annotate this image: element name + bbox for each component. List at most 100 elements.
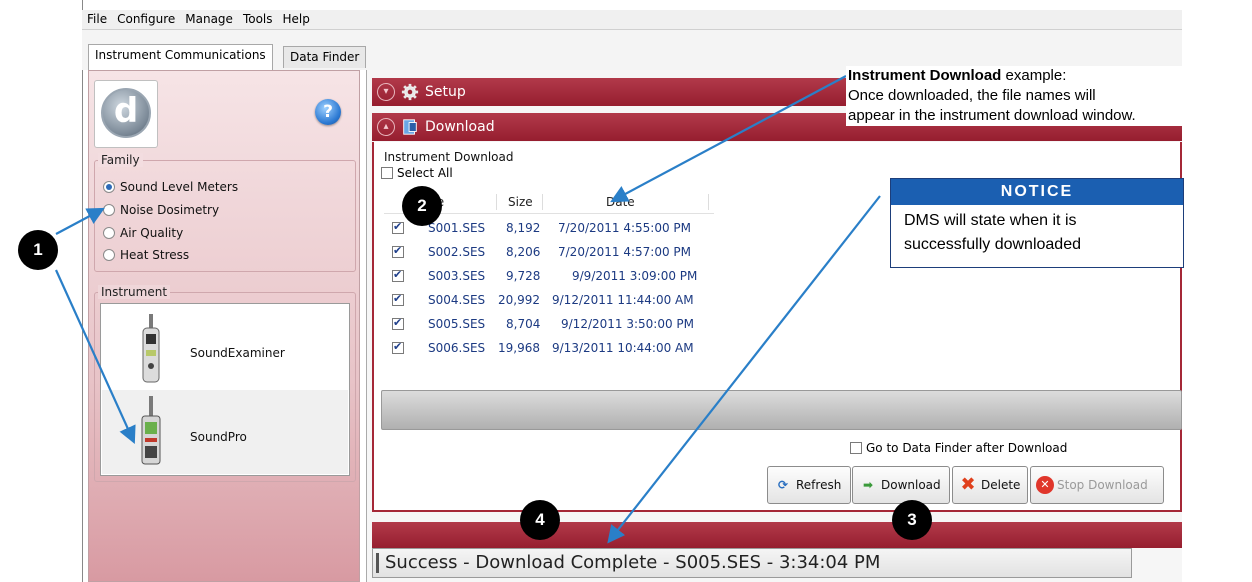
logo-letter: d bbox=[113, 91, 139, 131]
checkbox-icon[interactable] bbox=[392, 316, 404, 330]
file-size: 8,206 bbox=[506, 245, 541, 259]
file-date: 9/12/2011 11:44:00 AM bbox=[552, 293, 694, 307]
menu-configure[interactable]: Configure bbox=[112, 10, 180, 28]
notice-body: DMS will state when it is successfully d… bbox=[904, 209, 1174, 257]
callout-1: 1 bbox=[18, 230, 58, 270]
checkbox-icon[interactable] bbox=[392, 244, 404, 258]
menu-help[interactable]: Help bbox=[278, 10, 315, 28]
file-row[interactable]: S005.SES 8,704 9/12/2011 3:50:00 PM bbox=[384, 312, 724, 336]
radio-icon[interactable] bbox=[103, 249, 115, 261]
instrument-download-title: Instrument Download bbox=[384, 150, 514, 164]
family-option-sound-level-meters[interactable]: Sound Level Meters bbox=[103, 176, 238, 198]
radio-label: Air Quality bbox=[120, 226, 184, 240]
column-date[interactable]: Date bbox=[606, 195, 635, 209]
chevron-down-icon[interactable]: ▾ bbox=[377, 83, 395, 101]
column-divider bbox=[708, 194, 709, 210]
radio-label: Heat Stress bbox=[120, 248, 190, 262]
radio-icon[interactable] bbox=[103, 227, 115, 239]
status-bar: Success - Download Complete - S005.SES -… bbox=[372, 548, 1132, 578]
chevron-up-icon[interactable]: ▴ bbox=[377, 118, 395, 136]
stop-icon: ✕ bbox=[1036, 476, 1054, 494]
file-name: S006.SES bbox=[428, 341, 486, 355]
file-name: S003.SES bbox=[428, 269, 486, 283]
annotation-note-rest: example: bbox=[1001, 67, 1067, 84]
section-download-label: Download bbox=[425, 119, 495, 135]
notice-line: successfully downloaded bbox=[904, 236, 1081, 253]
family-option-noise-dosimetry[interactable]: Noise Dosimetry bbox=[103, 199, 219, 221]
tab-instrument-communications[interactable]: Instrument Communications bbox=[88, 44, 273, 70]
instrument-legend: Instrument bbox=[98, 285, 171, 299]
section-miscellaneous-setup[interactable] bbox=[372, 522, 1182, 548]
file-row[interactable]: S003.SES 9,728 9/9/2011 3:09:00 PM bbox=[384, 264, 724, 288]
tab-data-finder[interactable]: Data Finder bbox=[283, 46, 367, 68]
file-size: 8,704 bbox=[506, 317, 541, 331]
menu-file[interactable]: File bbox=[82, 10, 112, 28]
checkbox-icon[interactable] bbox=[392, 340, 404, 354]
goto-data-finder-checkbox[interactable]: Go to Data Finder after Download bbox=[850, 441, 1067, 455]
radio-icon[interactable] bbox=[103, 181, 115, 193]
annotation-note-line3: appear in the instrument download window… bbox=[848, 107, 1136, 124]
download-button[interactable]: ➡ Download bbox=[852, 466, 950, 504]
refresh-label: Refresh bbox=[796, 478, 842, 492]
delete-label: Delete bbox=[981, 478, 1021, 492]
file-row[interactable]: S006.SES 19,968 9/13/2011 10:44:00 AM bbox=[384, 336, 724, 360]
instrument-name: SoundPro bbox=[190, 430, 247, 444]
delete-button[interactable]: ✖ Delete bbox=[952, 466, 1028, 504]
refresh-button[interactable]: ⟳ Refresh bbox=[767, 466, 851, 504]
download-progress-bar bbox=[381, 390, 1182, 430]
file-name: S005.SES bbox=[428, 317, 486, 331]
tab-strip: Instrument Communications Data Finder bbox=[82, 30, 1182, 70]
file-date: 9/9/2011 3:09:00 PM bbox=[572, 269, 698, 283]
instrument-item-soundpro[interactable]: SoundPro bbox=[102, 390, 348, 474]
checkbox-icon[interactable] bbox=[381, 167, 393, 179]
file-date: 9/12/2011 3:50:00 PM bbox=[561, 317, 695, 331]
sound-meter-icon bbox=[142, 314, 160, 383]
checkbox-icon[interactable] bbox=[850, 442, 862, 454]
download-arrow-icon: ➡ bbox=[862, 478, 874, 492]
file-row[interactable]: S002.SES 8,206 7/20/2011 4:57:00 PM bbox=[384, 240, 724, 264]
column-size[interactable]: Size bbox=[508, 195, 533, 209]
file-name: S001.SES bbox=[428, 221, 486, 235]
file-date: 9/13/2011 10:44:00 AM bbox=[552, 341, 694, 355]
file-name: S002.SES bbox=[428, 245, 486, 259]
checkbox-icon[interactable] bbox=[392, 268, 404, 282]
family-option-heat-stress[interactable]: Heat Stress bbox=[103, 244, 189, 266]
radio-label: Sound Level Meters bbox=[120, 180, 239, 194]
radio-label: Noise Dosimetry bbox=[120, 203, 220, 217]
file-row[interactable]: S004.SES 20,992 9/12/2011 11:44:00 AM bbox=[384, 288, 724, 312]
download-icon bbox=[403, 119, 417, 135]
file-size: 19,968 bbox=[498, 341, 540, 355]
stop-download-label: Stop Download bbox=[1057, 478, 1148, 492]
radio-icon[interactable] bbox=[103, 204, 115, 216]
delete-icon: ✖ bbox=[960, 474, 976, 495]
menu-bar: File Configure Manage Tools Help bbox=[82, 10, 1182, 30]
sound-meter-icon bbox=[141, 396, 161, 465]
menu-manage[interactable]: Manage bbox=[180, 10, 238, 28]
goto-data-finder-label: Go to Data Finder after Download bbox=[866, 441, 1068, 455]
file-name: S004.SES bbox=[428, 293, 486, 307]
refresh-icon: ⟳ bbox=[777, 478, 789, 492]
callout-3: 3 bbox=[892, 500, 932, 540]
stop-download-button[interactable]: ✕ Stop Download bbox=[1030, 466, 1164, 504]
file-date: 7/20/2011 4:55:00 PM bbox=[558, 221, 692, 235]
checkbox-icon[interactable] bbox=[392, 220, 404, 234]
callout-2: 2 bbox=[402, 186, 442, 226]
help-icon[interactable]: ? bbox=[315, 99, 341, 125]
family-option-air-quality[interactable]: Air Quality bbox=[103, 222, 183, 244]
download-label: Download bbox=[881, 478, 941, 492]
select-all-label: Select All bbox=[397, 166, 453, 180]
file-size: 20,992 bbox=[498, 293, 540, 307]
menu-tools[interactable]: Tools bbox=[238, 10, 278, 28]
annotation-note-line1: Instrument Download example: bbox=[848, 66, 1250, 86]
file-date: 7/20/2011 4:57:00 PM bbox=[558, 245, 692, 259]
select-all-checkbox[interactable]: Select All bbox=[381, 166, 453, 180]
instrument-item-soundexaminer[interactable]: SoundExaminer bbox=[102, 306, 348, 390]
annotation-note: Instrument Download example: Once downlo… bbox=[846, 66, 1250, 126]
section-setup-label: Setup bbox=[425, 84, 466, 100]
checkbox-icon[interactable] bbox=[392, 292, 404, 306]
annotation-note-bold: Instrument Download bbox=[848, 67, 1002, 84]
notice-line: DMS will state when it is bbox=[904, 212, 1077, 229]
file-size: 9,728 bbox=[506, 269, 541, 283]
instrument-list: SoundExaminer SoundPro bbox=[100, 303, 350, 476]
family-legend: Family bbox=[98, 153, 143, 167]
